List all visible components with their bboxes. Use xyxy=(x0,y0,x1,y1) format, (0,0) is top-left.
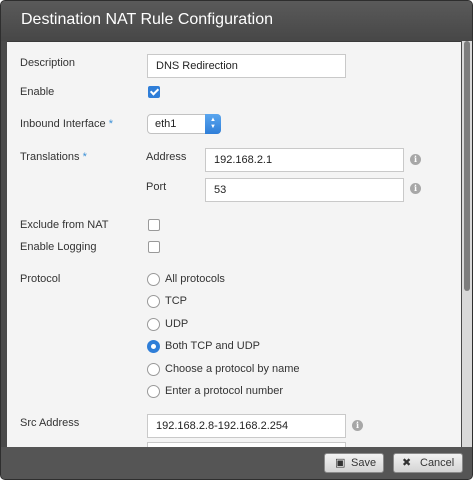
radio-all-protocols[interactable] xyxy=(147,273,160,286)
info-icon[interactable]: i xyxy=(352,420,363,431)
info-icon[interactable]: i xyxy=(410,183,421,194)
description-label: Description xyxy=(20,57,76,69)
translations-label: Translations * xyxy=(20,151,87,163)
radio-protocol-by-name[interactable] xyxy=(147,363,160,376)
info-icon[interactable]: i xyxy=(410,154,421,165)
radio-udp[interactable] xyxy=(147,318,160,331)
enable-checkbox[interactable] xyxy=(148,86,160,98)
port-input[interactable]: 53 xyxy=(205,178,404,202)
dialog-footer: ▣ Save ✖ Cancel xyxy=(1,447,472,479)
description-input[interactable]: DNS Redirection xyxy=(147,54,346,78)
inbound-interface-label: Inbound Interface * xyxy=(20,118,113,130)
radio-protocol-number[interactable] xyxy=(147,385,160,398)
form-panel: Description DNS Redirection Enable Inbou… xyxy=(7,41,461,448)
cancel-button[interactable]: ✖ Cancel xyxy=(393,453,463,473)
protocol-label: Protocol xyxy=(20,273,61,285)
radio-both-tcp-udp[interactable] xyxy=(147,340,160,353)
enable-logging-label: Enable Logging xyxy=(20,241,97,253)
address-input[interactable]: 192.168.2.1 xyxy=(205,148,404,172)
required-mark: * xyxy=(108,118,113,130)
select-updown-icon: ▲ ▼ xyxy=(205,114,221,134)
dialog-title: Destination NAT Rule Configuration xyxy=(21,11,273,28)
radio-tcp[interactable] xyxy=(147,295,160,308)
exclude-from-nat-checkbox[interactable] xyxy=(148,219,160,231)
enable-logging-checkbox[interactable] xyxy=(148,241,160,253)
scrollbar-thumb[interactable] xyxy=(464,41,470,291)
exclude-from-nat-label: Exclude from NAT xyxy=(20,219,109,231)
radio-label-protocol-number: Enter a protocol number xyxy=(165,385,284,397)
save-button-label: Save xyxy=(351,457,377,469)
inbound-interface-select[interactable]: eth1 ▲ ▼ xyxy=(147,114,221,134)
required-mark: * xyxy=(82,151,87,163)
radio-label-protocol-by-name: Choose a protocol by name xyxy=(165,363,300,375)
radio-label-all-protocols: All protocols xyxy=(165,273,225,285)
nat-rule-dialog: Destination NAT Rule Configuration Descr… xyxy=(0,0,473,480)
radio-label-tcp: TCP xyxy=(165,295,187,307)
radio-label-udp: UDP xyxy=(165,318,189,330)
radio-label-both-tcp-udp: Both TCP and UDP xyxy=(165,340,260,352)
inbound-interface-label-text: Inbound Interface xyxy=(20,118,106,130)
save-button[interactable]: ▣ Save xyxy=(324,453,384,473)
enable-label: Enable xyxy=(20,86,55,98)
dialog-titlebar[interactable]: Destination NAT Rule Configuration xyxy=(1,1,472,41)
translations-label-text: Translations xyxy=(20,151,80,163)
x-icon: ✖ xyxy=(402,457,412,469)
floppy-disk-icon: ▣ xyxy=(335,457,346,469)
inbound-interface-value: eth1 xyxy=(155,118,177,130)
cancel-button-label: Cancel xyxy=(420,457,455,469)
address-label: Address xyxy=(146,151,187,163)
src-address-label: Src Address xyxy=(20,417,80,429)
port-label: Port xyxy=(146,181,167,193)
src-address-input[interactable]: 192.168.2.8-192.168.2.254 xyxy=(147,414,346,438)
vertical-scrollbar[interactable] xyxy=(462,41,472,447)
